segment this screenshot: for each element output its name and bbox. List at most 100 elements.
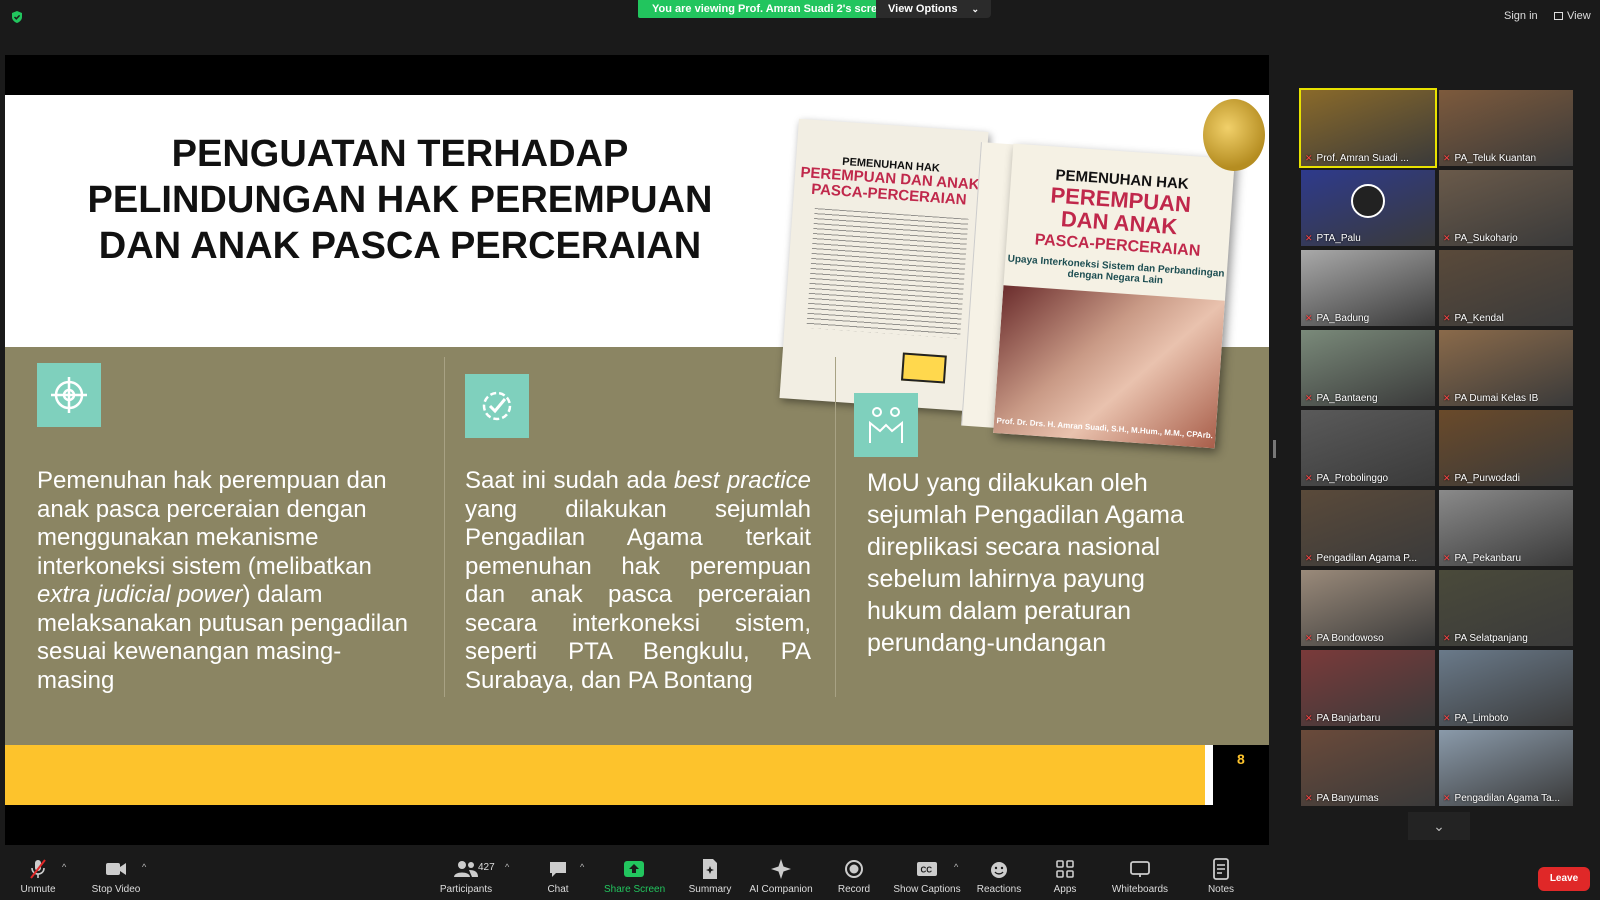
target-icon: [37, 363, 101, 427]
whiteboards-button[interactable]: Whiteboards: [1110, 850, 1170, 900]
participant-tile[interactable]: ✕ Pengadilan Agama Ta...: [1439, 730, 1573, 806]
participant-name: ✕ PA_Probolinggo: [1305, 473, 1388, 484]
slide-title-line: PENGUATAN TERHADAP: [171, 133, 629, 175]
col2-text-a: Saat ini sudah ada: [465, 467, 675, 494]
participant-tile[interactable]: ✕ PA Banyumas: [1301, 730, 1435, 806]
slide-title-line: PELINDUNGAN HAK PEREMPUAN: [87, 179, 713, 221]
view-options-button[interactable]: View Options ⌄: [876, 0, 992, 18]
participant-tile[interactable]: ✕ PA Selatpanjang: [1439, 570, 1573, 646]
presentation-slide: PENGUATAN TERHADAP PELINDUNGAN HAK PEREM…: [5, 95, 1269, 805]
chat-button[interactable]: Chat: [540, 850, 576, 900]
chevron-down-icon: ⌄: [1433, 818, 1445, 834]
chevron-down-icon: ⌄: [971, 4, 980, 14]
sign-in-link[interactable]: Sign in: [1504, 10, 1538, 22]
share-screen-button[interactable]: Share Screen: [604, 850, 665, 900]
reactions-button[interactable]: Reactions: [976, 850, 1022, 900]
participants-options-caret[interactable]: ^: [505, 862, 509, 872]
meeting-toolbar: Unmute ^ Stop Video ^ Participants 427 ^…: [0, 850, 1600, 900]
muted-mic-icon: ✕: [1305, 153, 1313, 163]
participant-tile[interactable]: ✕ PA Dumai Kelas IB: [1439, 330, 1573, 406]
slide-title: PENGUATAN TERHADAP PELINDUNGAN HAK PEREM…: [35, 131, 765, 269]
gallery-scroll-down-button[interactable]: ⌄: [1408, 812, 1470, 840]
view-button[interactable]: View: [1554, 10, 1591, 22]
notes-label: Notes: [1207, 884, 1235, 895]
participant-tile[interactable]: ✕ PA_Probolinggo: [1301, 410, 1435, 486]
leave-button[interactable]: Leave: [1538, 867, 1590, 891]
muted-mic-icon: ✕: [1443, 793, 1451, 803]
muted-mic-icon: ✕: [1305, 473, 1313, 483]
book-back-text-lines: [806, 208, 969, 339]
participant-name-label: Prof. Amran Suadi ...: [1316, 153, 1409, 164]
notes-button[interactable]: Notes: [1206, 850, 1236, 900]
participants-icon: [454, 861, 478, 877]
shared-screen: PENGUATAN TERHADAP PELINDUNGAN HAK PEREM…: [5, 55, 1269, 845]
chat-options-caret[interactable]: ^: [580, 862, 584, 872]
participant-tile[interactable]: ✕ PA_Kendal: [1439, 250, 1573, 326]
book-front-cover: PEMENUHAN HAK PEREMPUAN DAN ANAK PASCA-P…: [993, 143, 1235, 449]
column-1-text: Pemenuhan hak perempuan dan anak pasca p…: [37, 467, 417, 695]
participant-name-label: PA_Bantaeng: [1316, 393, 1378, 404]
participant-tile[interactable]: ✕ PA Banjarbaru: [1301, 650, 1435, 726]
participant-tile[interactable]: ✕ Pengadilan Agama P...: [1301, 490, 1435, 566]
participant-name-label: PA_Teluk Kuantan: [1454, 153, 1537, 164]
barcode-icon: [900, 352, 947, 384]
participant-name-label: PA Dumai Kelas IB: [1454, 393, 1539, 404]
ai-companion-button[interactable]: AI Companion: [746, 850, 816, 900]
participant-tile[interactable]: ✕ PA_Limboto: [1439, 650, 1573, 726]
participant-tile[interactable]: ✕ Prof. Amran Suadi ...: [1299, 88, 1437, 168]
chat-label: Chat: [547, 884, 569, 895]
participant-name: ✕ PTA_Palu: [1305, 233, 1361, 244]
captions-options-caret[interactable]: ^: [954, 862, 958, 872]
record-button[interactable]: Record: [834, 850, 874, 900]
summary-button[interactable]: Summary: [686, 850, 734, 900]
court-emblem-logo: [1203, 99, 1265, 171]
participant-tile[interactable]: ✕ PA_Pekanbaru: [1439, 490, 1573, 566]
participant-name: ✕ Pengadilan Agama Ta...: [1443, 793, 1560, 804]
notes-icon: [1213, 858, 1229, 880]
participant-tile[interactable]: ✕ PA Bondowoso: [1301, 570, 1435, 646]
top-bar: You are viewing Prof. Amran Suadi 2's sc…: [0, 0, 1600, 34]
col1-text-italic: extra judicial power: [37, 581, 243, 608]
participant-name-label: PA_Purwodadi: [1454, 473, 1520, 484]
apps-button[interactable]: Apps: [1050, 850, 1080, 900]
unmute-button[interactable]: Unmute: [18, 850, 58, 900]
participant-name-label: PA_Badung: [1316, 313, 1370, 324]
participant-tile[interactable]: ✕ PA_Purwodadi: [1439, 410, 1573, 486]
show-captions-button[interactable]: CC Show Captions: [892, 850, 962, 900]
panel-resize-handle[interactable]: [1273, 440, 1276, 458]
col1-text-a: Pemenuhan hak perempuan dan anak pasca p…: [37, 467, 387, 580]
whiteboard-icon: [1130, 861, 1150, 877]
security-shield-icon[interactable]: [10, 10, 24, 24]
participant-name-label: PTA_Palu: [1316, 233, 1361, 244]
stop-video-button[interactable]: Stop Video: [88, 850, 144, 900]
col2-text-b: yang dilakukan sejumlah Pengadilan Agama…: [465, 495, 811, 694]
muted-mic-icon: ✕: [1443, 713, 1451, 723]
participant-name: ✕ PA Banjarbaru: [1305, 713, 1380, 724]
gear-check-icon: [465, 374, 529, 438]
participants-button[interactable]: Participants: [436, 850, 496, 900]
participant-name: ✕ PA Banyumas: [1305, 793, 1379, 804]
column-divider: [444, 357, 445, 697]
grid-icon: [1554, 12, 1563, 20]
participant-name: ✕ PA_Bantaeng: [1305, 393, 1378, 404]
audio-options-caret[interactable]: ^: [62, 862, 66, 872]
muted-mic-icon: ✕: [1305, 313, 1313, 323]
participant-tile[interactable]: ✕ PA_Badung: [1301, 250, 1435, 326]
chat-icon: [550, 862, 566, 877]
participant-tile[interactable]: ✕ PA_Sukoharjo: [1439, 170, 1573, 246]
participant-tile[interactable]: ✕ PA_Bantaeng: [1301, 330, 1435, 406]
participant-name-label: Pengadilan Agama Ta...: [1454, 793, 1560, 804]
muted-mic-icon: ✕: [1305, 233, 1313, 243]
muted-mic-icon: ✕: [1305, 393, 1313, 403]
muted-mic-icon: ✕: [1443, 393, 1451, 403]
muted-mic-icon: [30, 859, 46, 879]
video-options-caret[interactable]: ^: [142, 862, 146, 872]
column-divider: [835, 357, 836, 697]
participant-name-label: PA Selatpanjang: [1454, 633, 1528, 644]
captions-icon: CC: [917, 862, 937, 876]
muted-mic-icon: ✕: [1305, 553, 1313, 563]
participant-tile[interactable]: ✕ PA_Teluk Kuantan: [1439, 90, 1573, 166]
participant-tile[interactable]: ✕ PTA_Palu: [1301, 170, 1435, 246]
reactions-smiley-icon: [991, 862, 1007, 878]
muted-mic-icon: ✕: [1305, 633, 1313, 643]
